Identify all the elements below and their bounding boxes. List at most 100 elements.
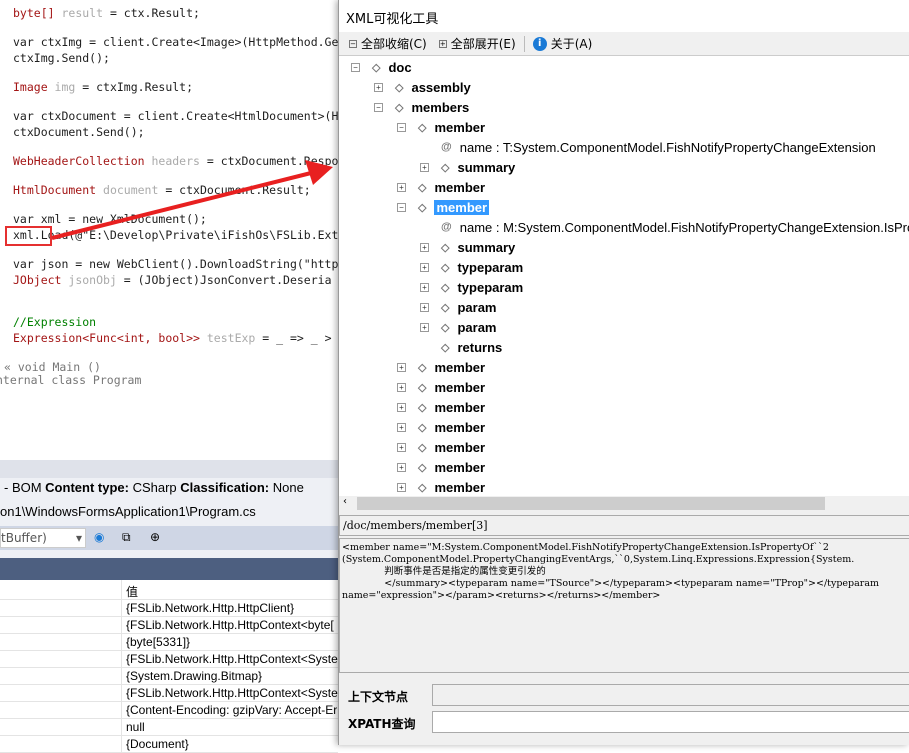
tree-node[interactable]: − ◇ members [374,97,469,117]
tree-node[interactable]: + ◇ assembly [374,77,471,97]
info-icon: i [532,36,547,51]
element-icon: ◇ [418,421,427,434]
element-icon: ◇ [418,361,427,374]
value-column-header[interactable]: 值 [126,583,138,600]
tree-node[interactable]: + ◇ param [420,297,497,317]
xml-visualizer-window: XML可视化工具 − 全部收缩(C) + 全部展开(E) i 关于(A) − ◇ doc +… [338,0,909,745]
buffer-select[interactable]: tBuffer) ▾ [0,528,86,548]
element-icon: ◇ [395,81,404,94]
node-label: member [434,379,486,395]
node-xml-detail[interactable]: <member name="M:System.ComponentModel.Fi… [339,538,909,673]
node-label: param [457,299,497,315]
node-label: param [457,319,497,335]
collapse-toggle-icon[interactable]: − [351,62,360,72]
xpath-query-input[interactable] [432,711,909,733]
tree-node[interactable]: @ name : T:System.ComponentModel.FishNoti… [420,137,876,157]
code-line: Expression<Func<int, bool>> testExp = _ … [13,331,332,345]
element-icon: ◇ [418,381,427,394]
expand-toggle-icon[interactable]: + [420,242,429,252]
globe-icon[interactable]: ◉ [94,530,104,544]
context-node-field[interactable] [432,684,909,706]
collapse-toggle-icon[interactable]: − [397,122,406,132]
element-icon: ◇ [418,481,427,494]
tree-node[interactable]: @ name : M:System.ComponentModel.FishNoti… [420,217,909,237]
xml-tree[interactable]: − ◇ doc + ◇ assembly − ◇ members − ◇ member @ name : … [339,56,909,496]
expand-toggle-icon[interactable]: + [420,302,429,312]
tree-node[interactable]: + ◇ typeparam [420,257,523,277]
expand-toggle-icon[interactable]: + [374,82,383,92]
expand-toggle-icon[interactable]: + [420,322,429,332]
tree-node[interactable]: − ◇ member [397,117,485,137]
expand-toggle-icon[interactable]: + [420,162,429,172]
toolbar: − 全部收缩(C) + 全部展开(E) i 关于(A) [339,32,909,56]
table-row[interactable]: null [0,719,338,736]
expand-toggle-icon[interactable]: + [397,422,406,432]
debug-toolbar: tBuffer) ▾ ◉ ⧉ ⊕ [0,526,338,550]
code-line: nternal class Program [0,373,142,387]
node-label: typeparam [457,279,524,295]
tree-node[interactable]: + ◇ member [397,377,485,397]
expand-toggle-icon[interactable]: + [397,182,406,192]
tree-node[interactable]: + ◇ member [397,477,485,496]
node-label: member [434,399,486,415]
element-icon: ◇ [441,281,450,294]
value-cell: {FSLib.Network.Http.HttpContext<byte[ [126,618,334,632]
table-row[interactable]: {Document} [0,736,338,753]
element-icon: ◇ [441,241,450,254]
node-path: /doc/members/member[3] [339,515,909,536]
tree-node[interactable]: + ◇ summary [420,237,515,257]
tree-node[interactable]: + ◇ member [397,357,485,377]
collapse-all-button[interactable]: − 全部收缩(C) [345,35,431,52]
node-label: name : M:System.ComponentModel.FishNotif… [459,219,909,235]
expand-toggle-icon[interactable]: + [397,382,406,392]
table-row[interactable]: {FSLib.Network.Http.HttpContext<byte[ [0,617,338,634]
element-icon: ◇ [441,321,450,334]
expand-toggle-icon[interactable]: + [397,362,406,372]
expand-toggle-icon[interactable]: + [397,482,406,492]
tree-node[interactable]: + ◇ member [397,417,485,437]
expand-toggle-icon[interactable]: + [397,462,406,472]
table-row[interactable]: {byte[5331]} [0,634,338,651]
tree-node[interactable]: + ◇ member [397,397,485,417]
table-row[interactable]: {FSLib.Network.Http.HttpContext<Syste [0,685,338,702]
expand-toggle-icon[interactable]: + [397,402,406,412]
table-row[interactable]: {FSLib.Network.Http.HttpContext<Syste [0,651,338,668]
expand-all-button[interactable]: + 全部展开(E) [435,35,520,52]
table-row[interactable]: {FSLib.Network.Http.HttpClient} [0,600,338,617]
window-icon[interactable]: ⧉ [122,530,131,545]
element-icon: ◇ [418,401,427,414]
tree-node[interactable]: + ◇ summary [420,157,515,177]
code-line: //Expression [13,315,97,329]
table-row[interactable]: {System.Drawing.Bitmap} [0,668,338,685]
tree-node[interactable]: + ◇ member [397,457,485,477]
tree-node[interactable]: + ◇ typeparam [420,277,523,297]
value-cell: {FSLib.Network.Http.HttpContext<Syste [126,652,338,666]
expand-toggle-icon[interactable]: + [420,262,429,272]
tree-node[interactable]: − ◇ member [397,197,490,217]
node-label: member [434,419,486,435]
node-label: member [434,199,490,215]
tree-node[interactable]: − ◇ doc [351,57,412,77]
context-node-label: 上下文节点 [348,690,409,704]
horizontal-scrollbar[interactable]: ‹ [339,496,909,511]
tree-node[interactable]: + ◇ member [397,437,485,457]
settings-globe-icon[interactable]: ⊕ [150,530,160,544]
collapse-toggle-icon[interactable]: − [374,102,383,112]
element-icon: ◇ [418,441,427,454]
expand-toggle-icon[interactable]: + [397,442,406,452]
tree-node[interactable]: ◇ returns [420,337,502,357]
tree-node[interactable]: + ◇ param [420,317,497,337]
tree-node[interactable]: + ◇ member [397,177,485,197]
element-icon: ◇ [441,161,450,174]
about-button[interactable]: i 关于(A) [529,35,597,52]
element-icon: ◇ [418,201,427,214]
element-icon: ◇ [418,461,427,474]
window-title: XML可视化工具 [339,0,909,32]
value-cell: {byte[5331]} [126,635,191,649]
collapse-toggle-icon[interactable]: − [397,202,406,212]
value-cell: {FSLib.Network.Http.HttpContext<Syste [126,686,338,700]
expand-toggle-icon[interactable]: + [420,282,429,292]
table-row[interactable]: {Content-Encoding: gzipVary: Accept-Er [0,702,338,719]
red-arrow-annotation [5,160,333,246]
node-label: member [434,459,486,475]
